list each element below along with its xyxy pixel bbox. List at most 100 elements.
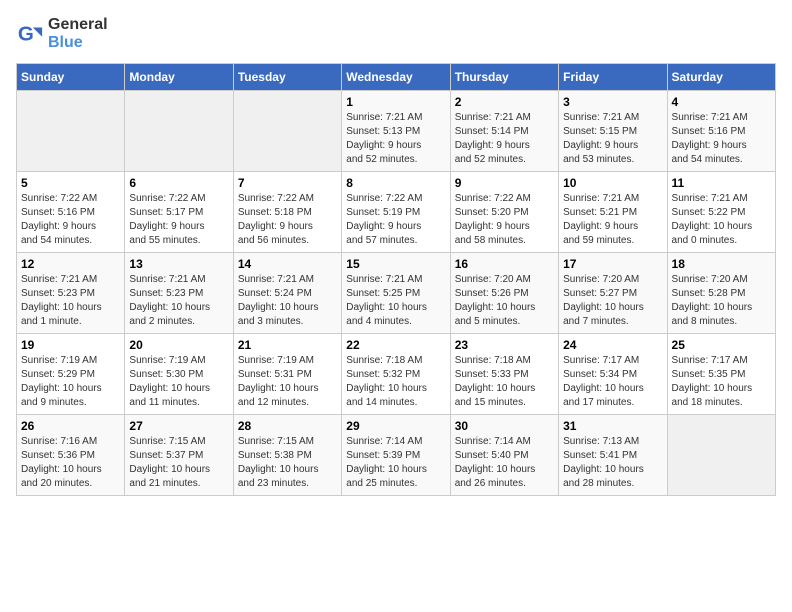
- day-cell: 2 Sunrise: 7:21 AMSunset: 5:14 PMDaylight…: [450, 91, 558, 172]
- day-number: 28: [238, 419, 337, 433]
- day-number: 2: [455, 95, 554, 109]
- col-header-wednesday: Wednesday: [342, 64, 450, 91]
- col-header-saturday: Saturday: [667, 64, 775, 91]
- day-cell: 7Sunrise: 7:22 AMSunset: 5:18 PMDaylight…: [233, 172, 341, 253]
- day-cell: 3 Sunrise: 7:21 AMSunset: 5:15 PMDaylight…: [559, 91, 667, 172]
- day-cell: 10 Sunrise: 7:21 AMSunset: 5:21 PMDayligh…: [559, 172, 667, 253]
- day-number: 13: [129, 257, 228, 271]
- day-number: 12: [21, 257, 120, 271]
- day-cell: 28 Sunrise: 7:15 AMSunset: 5:38 PMDayligh…: [233, 415, 341, 496]
- day-info: Sunrise: 7:19 AMSunset: 5:29 PMDaylight:…: [21, 354, 120, 410]
- day-cell: 21 Sunrise: 7:19 AMSunset: 5:31 PMDayligh…: [233, 334, 341, 415]
- day-info: Sunrise: 7:22 AMSunset: 5:17 PMDaylight:…: [129, 192, 228, 248]
- logo: G General Blue: [16, 16, 108, 51]
- day-number: 1: [346, 95, 445, 109]
- day-info: Sunrise: 7:21 AMSunset: 5:23 PMDaylight:…: [21, 273, 120, 329]
- day-cell: 8 Sunrise: 7:22 AMSunset: 5:19 PMDaylight…: [342, 172, 450, 253]
- day-cell: 13 Sunrise: 7:21 AMSunset: 5:23 PMDayligh…: [125, 253, 233, 334]
- day-info: Sunrise: 7:14 AMSunset: 5:39 PMDaylight:…: [346, 435, 445, 491]
- day-cell: 12 Sunrise: 7:21 AMSunset: 5:23 PMDayligh…: [17, 253, 125, 334]
- day-number: 23: [455, 338, 554, 352]
- day-number: 7: [238, 176, 337, 190]
- day-cell: 27 Sunrise: 7:15 AMSunset: 5:37 PMDayligh…: [125, 415, 233, 496]
- day-cell: 20 Sunrise: 7:19 AMSunset: 5:30 PMDayligh…: [125, 334, 233, 415]
- day-number: 27: [129, 419, 228, 433]
- day-cell: 15Sunrise: 7:21 AMSunset: 5:25 PMDayligh…: [342, 253, 450, 334]
- day-number: 30: [455, 419, 554, 433]
- col-header-tuesday: Tuesday: [233, 64, 341, 91]
- day-number: 4: [672, 95, 771, 109]
- col-header-friday: Friday: [559, 64, 667, 91]
- day-number: 31: [563, 419, 662, 433]
- day-cell: 18Sunrise: 7:20 AMSunset: 5:28 PMDayligh…: [667, 253, 775, 334]
- day-info: Sunrise: 7:21 AMSunset: 5:15 PMDaylight:…: [563, 111, 662, 167]
- day-info: Sunrise: 7:18 AMSunset: 5:32 PMDaylight:…: [346, 354, 445, 410]
- calendar-table: SundayMondayTuesdayWednesdayThursdayFrid…: [16, 63, 776, 496]
- day-info: Sunrise: 7:18 AMSunset: 5:33 PMDaylight:…: [455, 354, 554, 410]
- day-info: Sunrise: 7:15 AMSunset: 5:37 PMDaylight:…: [129, 435, 228, 491]
- day-cell: 6 Sunrise: 7:22 AMSunset: 5:17 PMDaylight…: [125, 172, 233, 253]
- day-number: 19: [21, 338, 120, 352]
- day-info: Sunrise: 7:16 AMSunset: 5:36 PMDaylight:…: [21, 435, 120, 491]
- col-header-sunday: Sunday: [17, 64, 125, 91]
- day-cell: 26 Sunrise: 7:16 AMSunset: 5:36 PMDayligh…: [17, 415, 125, 496]
- day-cell: 31 Sunrise: 7:13 AMSunset: 5:41 PMDayligh…: [559, 415, 667, 496]
- day-number: 15: [346, 257, 445, 271]
- day-cell: [233, 91, 341, 172]
- day-cell: 16 Sunrise: 7:20 AMSunset: 5:26 PMDayligh…: [450, 253, 558, 334]
- day-number: 9: [455, 176, 554, 190]
- day-info: Sunrise: 7:17 AMSunset: 5:35 PMDaylight:…: [672, 354, 771, 410]
- day-number: 24: [563, 338, 662, 352]
- day-info: Sunrise: 7:20 AMSunset: 5:26 PMDaylight:…: [455, 273, 554, 329]
- svg-text:G: G: [18, 22, 34, 45]
- day-cell: 19 Sunrise: 7:19 AMSunset: 5:29 PMDayligh…: [17, 334, 125, 415]
- day-info: Sunrise: 7:20 AMSunset: 5:27 PMDaylight:…: [563, 273, 662, 329]
- day-info: Sunrise: 7:21 AMSunset: 5:14 PMDaylight:…: [455, 111, 554, 167]
- week-row-5: 26 Sunrise: 7:16 AMSunset: 5:36 PMDayligh…: [17, 415, 776, 496]
- day-cell: 11Sunrise: 7:21 AMSunset: 5:22 PMDayligh…: [667, 172, 775, 253]
- week-row-2: 5Sunrise: 7:22 AMSunset: 5:16 PMDaylight…: [17, 172, 776, 253]
- week-row-1: 1 Sunrise: 7:21 AMSunset: 5:13 PMDaylight…: [17, 91, 776, 172]
- day-cell: 14 Sunrise: 7:21 AMSunset: 5:24 PMDayligh…: [233, 253, 341, 334]
- day-number: 29: [346, 419, 445, 433]
- day-cell: 24Sunrise: 7:17 AMSunset: 5:34 PMDayligh…: [559, 334, 667, 415]
- day-cell: 4 Sunrise: 7:21 AMSunset: 5:16 PMDaylight…: [667, 91, 775, 172]
- day-number: 21: [238, 338, 337, 352]
- day-info: Sunrise: 7:21 AMSunset: 5:21 PMDaylight:…: [563, 192, 662, 248]
- day-number: 25: [672, 338, 771, 352]
- day-info: Sunrise: 7:21 AMSunset: 5:16 PMDaylight:…: [672, 111, 771, 167]
- day-cell: 29 Sunrise: 7:14 AMSunset: 5:39 PMDayligh…: [342, 415, 450, 496]
- day-number: 26: [21, 419, 120, 433]
- day-info: Sunrise: 7:21 AMSunset: 5:23 PMDaylight:…: [129, 273, 228, 329]
- day-info: Sunrise: 7:21 AMSunset: 5:13 PMDaylight:…: [346, 111, 445, 167]
- day-number: 20: [129, 338, 228, 352]
- day-info: Sunrise: 7:13 AMSunset: 5:41 PMDaylight:…: [563, 435, 662, 491]
- day-cell: 9 Sunrise: 7:22 AMSunset: 5:20 PMDaylight…: [450, 172, 558, 253]
- day-number: 14: [238, 257, 337, 271]
- header: G General Blue: [16, 16, 776, 51]
- logo-text: General Blue: [48, 16, 108, 51]
- col-header-monday: Monday: [125, 64, 233, 91]
- day-number: 8: [346, 176, 445, 190]
- day-cell: 30Sunrise: 7:14 AMSunset: 5:40 PMDayligh…: [450, 415, 558, 496]
- day-info: Sunrise: 7:19 AMSunset: 5:30 PMDaylight:…: [129, 354, 228, 410]
- day-number: 6: [129, 176, 228, 190]
- week-row-4: 19 Sunrise: 7:19 AMSunset: 5:29 PMDayligh…: [17, 334, 776, 415]
- day-info: Sunrise: 7:19 AMSunset: 5:31 PMDaylight:…: [238, 354, 337, 410]
- day-number: 11: [672, 176, 771, 190]
- day-number: 3: [563, 95, 662, 109]
- day-info: Sunrise: 7:22 AMSunset: 5:20 PMDaylight:…: [455, 192, 554, 248]
- day-cell: 23 Sunrise: 7:18 AMSunset: 5:33 PMDayligh…: [450, 334, 558, 415]
- day-number: 10: [563, 176, 662, 190]
- day-number: 18: [672, 257, 771, 271]
- day-info: Sunrise: 7:22 AMSunset: 5:16 PMDaylight:…: [21, 192, 120, 248]
- day-cell: [17, 91, 125, 172]
- day-cell: 22 Sunrise: 7:18 AMSunset: 5:32 PMDayligh…: [342, 334, 450, 415]
- day-number: 22: [346, 338, 445, 352]
- day-info: Sunrise: 7:21 AMSunset: 5:24 PMDaylight:…: [238, 273, 337, 329]
- week-row-3: 12 Sunrise: 7:21 AMSunset: 5:23 PMDayligh…: [17, 253, 776, 334]
- day-cell: 17Sunrise: 7:20 AMSunset: 5:27 PMDayligh…: [559, 253, 667, 334]
- day-info: Sunrise: 7:15 AMSunset: 5:38 PMDaylight:…: [238, 435, 337, 491]
- day-info: Sunrise: 7:22 AMSunset: 5:19 PMDaylight:…: [346, 192, 445, 248]
- day-number: 16: [455, 257, 554, 271]
